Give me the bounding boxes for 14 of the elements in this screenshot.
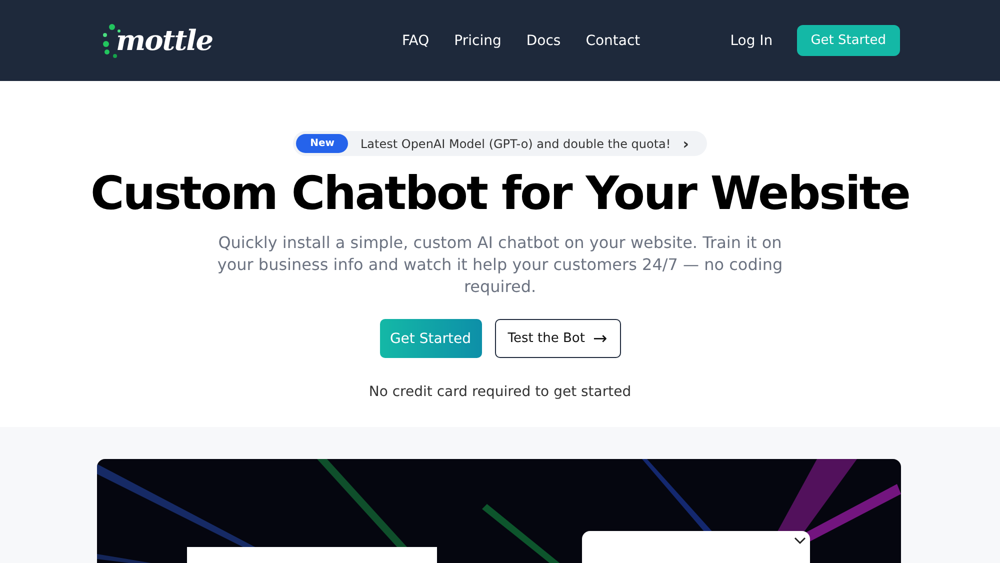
nav-link[interactable]: Contact xyxy=(586,32,640,48)
no-credit-card-note: No credit card required to get started xyxy=(368,384,632,400)
announcement-pill[interactable]: New Latest OpenAI Model (GPT-o) and double the quota! › xyxy=(293,131,707,156)
logo-text[interactable]: mottle xyxy=(116,24,213,57)
nav-link[interactable]: Pricing xyxy=(454,32,502,48)
nav-link[interactable]: Docs xyxy=(526,32,561,48)
login-link[interactable]: Log In xyxy=(730,32,773,48)
hero-subtitle: Quickly install a simple, custom AI chatbot on your website. Train it on your business info and watch it help your customers 24/7 — no coding required. xyxy=(216,232,784,298)
chevron-icon: › xyxy=(682,134,689,152)
hero-title: Custom Chatbot for Your Website xyxy=(89,166,910,220)
announcement-text: Latest OpenAI Model (GPT-o) and double the quota! xyxy=(360,136,671,150)
nav-link[interactable]: FAQ xyxy=(402,32,430,48)
new-badge: New xyxy=(296,134,348,153)
test-bot-button[interactable]: Test the Bot → xyxy=(494,319,620,358)
